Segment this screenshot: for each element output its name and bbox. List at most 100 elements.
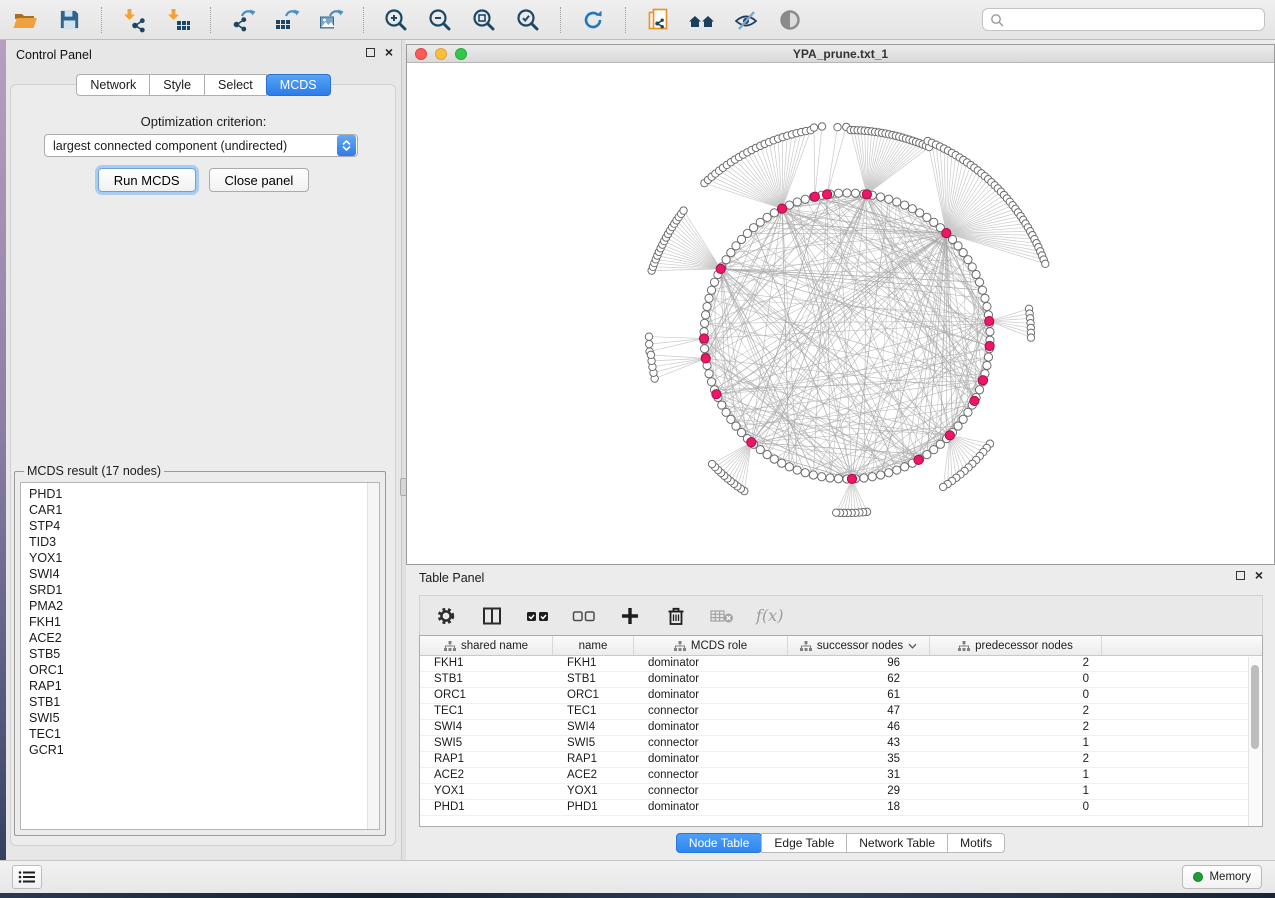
zoom-selected-button[interactable] — [513, 5, 543, 35]
column-header-predecessor-nodes[interactable]: predecessor nodes — [930, 636, 1102, 655]
add-column-icon[interactable] — [618, 604, 642, 628]
table-row[interactable]: SWI4SWI4dominator462 — [420, 720, 1262, 736]
tab-mcds[interactable]: MCDS — [266, 74, 331, 96]
graph-node[interactable] — [972, 270, 980, 278]
graph-node[interactable] — [968, 263, 976, 271]
graph-leaf-node[interactable] — [1042, 260, 1049, 267]
eye-button[interactable] — [775, 5, 805, 35]
graph-leaf-node[interactable] — [834, 124, 841, 131]
graph-node[interactable] — [826, 474, 834, 482]
table-row[interactable]: ORC1ORC1dominator610 — [420, 688, 1262, 704]
tab-motifs[interactable]: Motifs — [947, 833, 1005, 853]
graph-node[interactable] — [834, 189, 842, 197]
graph-leaf-node[interactable] — [810, 124, 817, 131]
close-panel-icon[interactable]: × — [385, 48, 393, 57]
graph-selected-node[interactable] — [942, 229, 951, 238]
table-row[interactable]: FKH1FKH1dominator962 — [420, 656, 1262, 672]
graph-node[interactable] — [916, 209, 924, 217]
graph-node[interactable] — [981, 294, 989, 302]
graph-selected-node[interactable] — [810, 192, 819, 201]
delete-column-icon[interactable] — [664, 604, 688, 628]
graph-node[interactable] — [885, 469, 893, 477]
graph-node[interactable] — [700, 345, 708, 353]
graph-node[interactable] — [700, 319, 708, 327]
tab-select[interactable]: Select — [204, 74, 267, 96]
graph-selected-node[interactable] — [716, 264, 725, 273]
import-network-button[interactable] — [119, 5, 149, 35]
result-node[interactable]: FKH1 — [29, 614, 379, 630]
graph-leaf-node[interactable] — [647, 351, 654, 358]
graph-node[interactable] — [707, 378, 715, 386]
houses-button[interactable] — [687, 5, 717, 35]
column-selector-icon[interactable] — [480, 604, 504, 628]
open-file-button[interactable] — [10, 5, 40, 35]
graph-node[interactable] — [770, 209, 778, 217]
float-table-panel-icon[interactable] — [1236, 571, 1245, 580]
zoom-in-button[interactable] — [381, 5, 411, 35]
table-row[interactable]: YOX1YOX1connector291 — [420, 784, 1262, 800]
mcds-result-list[interactable]: PHD1CAR1STP4TID3YOX1SWI4SRD1PMA2FKH1ACE2… — [20, 482, 380, 830]
graph-selected-node[interactable] — [970, 396, 979, 405]
graph-node[interactable] — [923, 451, 931, 459]
graph-node[interactable] — [718, 401, 726, 409]
graph-selected-node[interactable] — [985, 341, 994, 350]
toolbar-search[interactable] — [982, 8, 1265, 31]
graph-selected-node[interactable] — [985, 316, 994, 325]
result-node[interactable]: SWI4 — [29, 566, 379, 582]
graph-node[interactable] — [843, 189, 851, 197]
graph-leaf-node[interactable] — [645, 333, 652, 340]
export-network-button[interactable] — [228, 5, 258, 35]
new-network-from-selection-button[interactable] — [643, 5, 673, 35]
task-history-button[interactable] — [12, 865, 42, 889]
result-node[interactable]: ORC1 — [29, 662, 379, 678]
graph-selected-node[interactable] — [701, 354, 710, 363]
result-node[interactable]: CAR1 — [29, 502, 379, 518]
graph-node[interactable] — [801, 195, 809, 203]
result-node[interactable]: TEC1 — [29, 726, 379, 742]
criterion-dropdown[interactable]: largest connected component (undirected) — [44, 134, 358, 157]
zoom-out-button[interactable] — [425, 5, 455, 35]
result-node[interactable]: STB1 — [29, 694, 379, 710]
column-header-name[interactable]: name — [553, 636, 634, 655]
graph-node[interactable] — [703, 302, 711, 310]
table-scrollbar[interactable] — [1248, 657, 1261, 827]
memory-button[interactable]: Memory — [1182, 865, 1262, 889]
graph-node[interactable] — [701, 311, 709, 319]
column-header-shared-name[interactable]: shared name — [420, 636, 553, 655]
result-node[interactable]: PHD1 — [29, 486, 379, 502]
graph-node[interactable] — [770, 455, 778, 463]
graph-node[interactable] — [778, 459, 786, 467]
graph-node[interactable] — [983, 361, 991, 369]
graph-leaf-node[interactable] — [818, 123, 825, 130]
result-node[interactable]: ACE2 — [29, 630, 379, 646]
graph-leaf-node[interactable] — [832, 509, 839, 516]
graph-node[interactable] — [793, 466, 801, 474]
table-scrollbar-thumb[interactable] — [1251, 665, 1259, 749]
graph-node[interactable] — [705, 370, 713, 378]
table-row[interactable]: SWI5SWI5connector431 — [420, 736, 1262, 752]
graph-node[interactable] — [710, 278, 718, 286]
graph-leaf-node[interactable] — [645, 340, 652, 347]
table-row[interactable]: ACE2ACE2connector311 — [420, 768, 1262, 784]
graph-selected-node[interactable] — [822, 190, 831, 199]
result-node[interactable]: GCR1 — [29, 742, 379, 758]
graph-selected-node[interactable] — [914, 455, 923, 464]
close-table-panel-icon[interactable]: × — [1255, 571, 1263, 580]
graph-node[interactable] — [705, 294, 713, 302]
settings-gear-icon[interactable] — [434, 604, 458, 628]
graph-node[interactable] — [868, 473, 876, 481]
graph-node[interactable] — [722, 408, 730, 416]
graph-node[interactable] — [834, 475, 842, 483]
result-node[interactable]: PMA2 — [29, 598, 379, 614]
graph-node[interactable] — [876, 471, 884, 479]
export-image-button[interactable] — [316, 5, 346, 35]
column-header-MCDS-role[interactable]: MCDS role — [634, 636, 788, 655]
graph-node[interactable] — [984, 353, 992, 361]
table-row[interactable]: STB1STB1dominator620 — [420, 672, 1262, 688]
result-node[interactable]: YOX1 — [29, 550, 379, 566]
result-node[interactable]: TID3 — [29, 534, 379, 550]
refresh-button[interactable] — [578, 5, 608, 35]
graph-node[interactable] — [851, 189, 859, 197]
graph-selected-node[interactable] — [862, 190, 871, 199]
deselect-all-icon[interactable] — [572, 604, 596, 628]
